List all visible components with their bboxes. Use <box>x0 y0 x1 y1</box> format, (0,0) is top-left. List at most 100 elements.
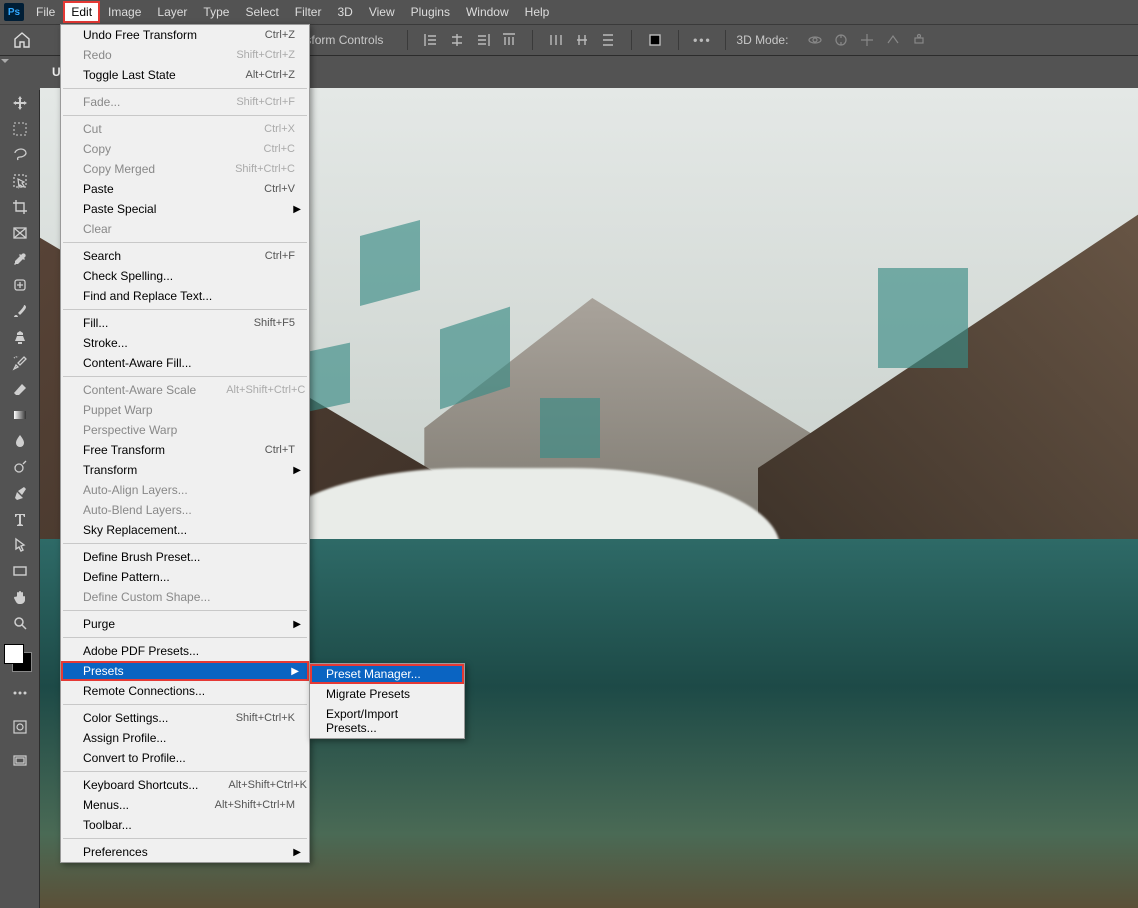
menu-image[interactable]: Image <box>100 1 149 23</box>
shortcut-label: Ctrl+F <box>235 250 295 262</box>
gradient-tool[interactable] <box>4 402 36 428</box>
align-to-icon[interactable] <box>644 29 666 51</box>
3d-orbit-icon[interactable] <box>804 29 826 51</box>
menu-help[interactable]: Help <box>517 1 558 23</box>
menu-separator <box>63 704 307 705</box>
path-select-tool[interactable] <box>4 532 36 558</box>
brush-tool[interactable] <box>4 298 36 324</box>
3d-slide-icon[interactable] <box>882 29 904 51</box>
menu-item-toggle-last-state[interactable]: Toggle Last StateAlt+Ctrl+Z <box>61 65 309 85</box>
object-select-tool[interactable] <box>4 168 36 194</box>
menu-layer[interactable]: Layer <box>149 1 195 23</box>
eraser-tool[interactable] <box>4 376 36 402</box>
rectangle-tool[interactable] <box>4 558 36 584</box>
submenu-item-migrate-presets[interactable]: Migrate Presets <box>310 684 464 704</box>
menu-item-label: Redo <box>83 48 112 62</box>
align-center-h-icon[interactable] <box>446 29 468 51</box>
move-tool[interactable] <box>4 90 36 116</box>
menu-item-stroke[interactable]: Stroke... <box>61 333 309 353</box>
menu-item-transform[interactable]: Transform▶ <box>61 460 309 480</box>
more-icon[interactable]: ••• <box>691 29 713 51</box>
3d-pan-icon[interactable] <box>856 29 878 51</box>
3d-roll-icon[interactable] <box>830 29 852 51</box>
submenu-item-export-import-presets[interactable]: Export/Import Presets... <box>310 704 464 738</box>
dodge-tool[interactable] <box>4 454 36 480</box>
healing-tool[interactable] <box>4 272 36 298</box>
menu-file[interactable]: File <box>28 1 63 23</box>
shortcut-label: Ctrl+X <box>234 123 295 135</box>
distribute-center-icon[interactable] <box>571 29 593 51</box>
color-swatches[interactable] <box>4 644 32 672</box>
menu-item-convert-to-profile[interactable]: Convert to Profile... <box>61 748 309 768</box>
menu-item-label: Assign Profile... <box>83 731 166 745</box>
menu-item-paste[interactable]: PasteCtrl+V <box>61 179 309 199</box>
menu-item-free-transform[interactable]: Free TransformCtrl+T <box>61 440 309 460</box>
type-tool[interactable] <box>4 506 36 532</box>
menu-item-adobe-pdf-presets[interactable]: Adobe PDF Presets... <box>61 641 309 661</box>
menu-item-assign-profile[interactable]: Assign Profile... <box>61 728 309 748</box>
menu-item-define-brush-preset[interactable]: Define Brush Preset... <box>61 547 309 567</box>
menu-edit[interactable]: Edit <box>63 1 100 23</box>
screen-mode-button[interactable] <box>4 748 36 774</box>
menu-separator <box>63 309 307 310</box>
menu-type[interactable]: Type <box>195 1 237 23</box>
menu-item-perspective-warp: Perspective Warp <box>61 420 309 440</box>
history-brush-tool[interactable] <box>4 350 36 376</box>
menu-item-label: Content-Aware Fill... <box>83 356 192 370</box>
pen-tool[interactable] <box>4 480 36 506</box>
align-top-icon[interactable] <box>498 29 520 51</box>
lasso-tool[interactable] <box>4 142 36 168</box>
menu-item-label: Stroke... <box>83 336 128 350</box>
menu-item-content-aware-fill[interactable]: Content-Aware Fill... <box>61 353 309 373</box>
menu-3d[interactable]: 3D <box>329 1 360 23</box>
menu-item-auto-blend-layers: Auto-Blend Layers... <box>61 500 309 520</box>
align-right-icon[interactable] <box>472 29 494 51</box>
marquee-tool[interactable] <box>4 116 36 142</box>
quick-mask-button[interactable] <box>4 714 36 740</box>
menu-item-color-settings[interactable]: Color Settings...Shift+Ctrl+K <box>61 708 309 728</box>
menu-item-paste-special[interactable]: Paste Special▶ <box>61 199 309 219</box>
menu-separator <box>63 88 307 89</box>
hand-tool[interactable] <box>4 584 36 610</box>
menu-window[interactable]: Window <box>458 1 517 23</box>
align-left-icon[interactable] <box>420 29 442 51</box>
shortcut-label: Alt+Ctrl+Z <box>215 69 295 81</box>
menu-item-puppet-warp: Puppet Warp <box>61 400 309 420</box>
menu-item-label: Sky Replacement... <box>83 523 187 537</box>
menu-item-label: Search <box>83 249 121 263</box>
eyedropper-tool[interactable] <box>4 246 36 272</box>
3d-scale-icon[interactable] <box>908 29 930 51</box>
menu-item-keyboard-shortcuts[interactable]: Keyboard Shortcuts...Alt+Shift+Ctrl+K <box>61 775 309 795</box>
menu-item-search[interactable]: Search Ctrl+F <box>61 246 309 266</box>
edit-toolbar-button[interactable] <box>4 680 36 706</box>
menu-item-undo-free-transform[interactable]: Undo Free TransformCtrl+Z <box>61 25 309 45</box>
menu-view[interactable]: View <box>361 1 403 23</box>
menu-item-remote-connections[interactable]: Remote Connections... <box>61 681 309 701</box>
menu-item-menus[interactable]: Menus...Alt+Shift+Ctrl+M <box>61 795 309 815</box>
menu-select[interactable]: Select <box>237 1 286 23</box>
menu-item-find-and-replace-text[interactable]: Find and Replace Text... <box>61 286 309 306</box>
panel-collapse-grip[interactable] <box>0 56 10 68</box>
home-icon[interactable] <box>8 26 36 54</box>
shortcut-label: Shift+Ctrl+C <box>205 163 295 175</box>
blur-tool[interactable] <box>4 428 36 454</box>
menu-item-purge[interactable]: Purge▶ <box>61 614 309 634</box>
menu-item-label: Perspective Warp <box>83 423 177 437</box>
distribute-v-icon[interactable] <box>597 29 619 51</box>
frame-tool[interactable] <box>4 220 36 246</box>
shortcut-label: Ctrl+Z <box>235 29 295 41</box>
crop-tool[interactable] <box>4 194 36 220</box>
menu-item-define-pattern[interactable]: Define Pattern... <box>61 567 309 587</box>
menu-item-presets[interactable]: Presets▶ <box>61 661 309 681</box>
distribute-h-icon[interactable] <box>545 29 567 51</box>
menu-filter[interactable]: Filter <box>287 1 330 23</box>
zoom-tool[interactable] <box>4 610 36 636</box>
menu-item-check-spelling[interactable]: Check Spelling... <box>61 266 309 286</box>
menu-item-preferences[interactable]: Preferences▶ <box>61 842 309 862</box>
menu-item-toolbar[interactable]: Toolbar... <box>61 815 309 835</box>
clone-tool[interactable] <box>4 324 36 350</box>
menu-item-sky-replacement[interactable]: Sky Replacement... <box>61 520 309 540</box>
submenu-item-preset-manager[interactable]: Preset Manager... <box>310 664 464 684</box>
menu-plugins[interactable]: Plugins <box>403 1 458 23</box>
menu-item-fill[interactable]: Fill...Shift+F5 <box>61 313 309 333</box>
